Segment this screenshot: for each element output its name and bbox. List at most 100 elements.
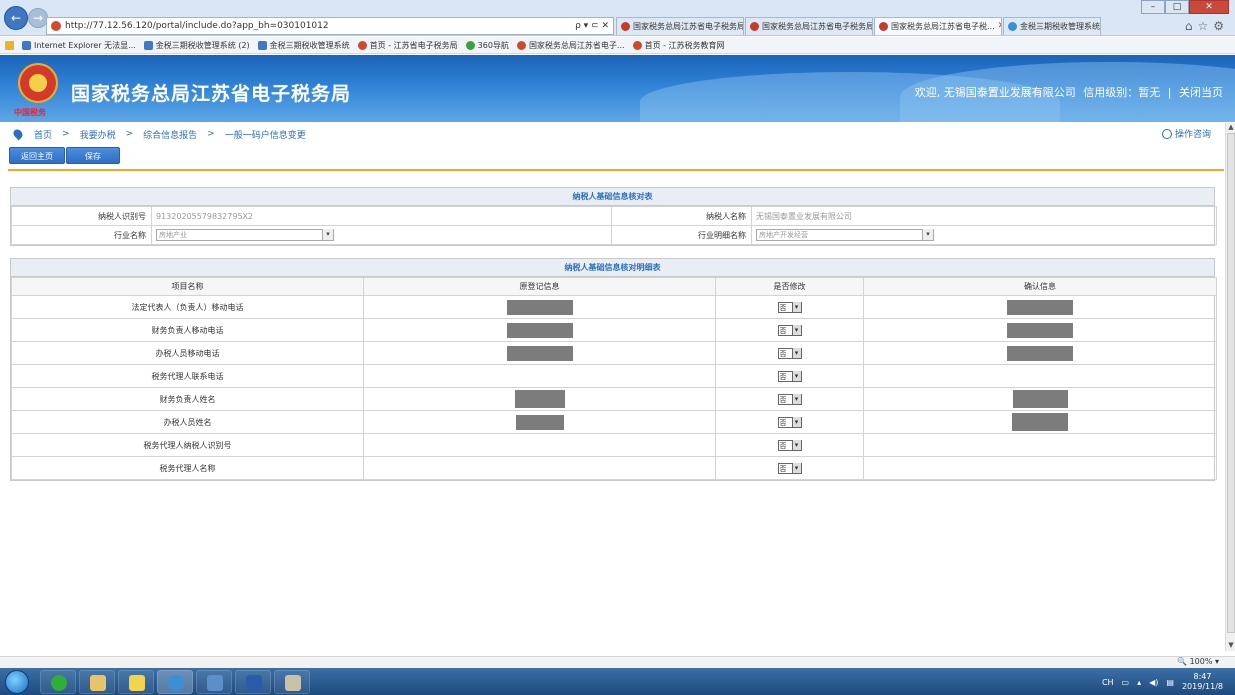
- address-url[interactable]: http://77.12.56.120/portal/include.do?ap…: [65, 21, 571, 31]
- modify-select[interactable]: 否: [777, 324, 802, 336]
- breadcrumb-home[interactable]: 首页: [34, 128, 52, 141]
- maximize-button[interactable]: □: [1165, 0, 1189, 14]
- zoom-level[interactable]: 🔍 100% ▾: [1177, 657, 1219, 666]
- taskbar-app[interactable]: [235, 670, 271, 694]
- favorite-link[interactable]: 国家税务总局江苏省电子...: [516, 40, 625, 51]
- modify-select[interactable]: 否: [777, 462, 802, 474]
- industry-detail-cell: 房地产开发经营: [751, 225, 1217, 245]
- industry-detail-select[interactable]: 房地产开发经营: [756, 229, 934, 241]
- browser-tab-active[interactable]: 国家税务总局江苏省电子税... ✕: [874, 17, 1002, 35]
- item-name: 税务代理人名称: [11, 456, 364, 480]
- breadcrumb-current: 一般一码户信息变更: [224, 130, 306, 141]
- redacted-block: [1012, 413, 1068, 431]
- confirm-info: [863, 318, 1217, 342]
- column-header: 原登记信息: [363, 277, 716, 296]
- taskbar-app[interactable]: [196, 670, 232, 694]
- gov-emblem-icon: [516, 40, 526, 50]
- favorite-link[interactable]: 首页 - 江苏税务教育网: [632, 40, 725, 51]
- industry-label: 行业名称: [11, 225, 152, 245]
- industry-cell: 房地产业: [151, 225, 612, 245]
- breadcrumb-report[interactable]: 综合信息报告: [143, 128, 197, 141]
- modify-cell: 否: [715, 364, 864, 388]
- action-bar: 返回主页 保存: [9, 147, 120, 164]
- redacted-block: [1007, 322, 1073, 338]
- taskbar: CH ▭ ▴ ◀) ▤ 8:47 2019/11/8: [0, 668, 1235, 695]
- taskbar-app[interactable]: [274, 670, 310, 694]
- detail-panel: 纳税人基础信息核对明细表 项目名称 原登记信息 是否修改 确认信息 法定代表人（…: [10, 258, 1217, 481]
- modify-select[interactable]: 否: [777, 416, 802, 428]
- favorite-link[interactable]: 金税三期税收管理系统: [257, 40, 350, 51]
- modify-select[interactable]: 否: [777, 301, 802, 313]
- tab-close-icon[interactable]: ✕: [998, 18, 1001, 35]
- item-name: 办税人员姓名: [11, 410, 364, 434]
- item-name: 办税人员移动电话: [11, 341, 364, 365]
- scroll-thumb[interactable]: [1227, 133, 1235, 633]
- modify-select[interactable]: 否: [777, 439, 802, 451]
- favorite-link[interactable]: 360导航: [465, 40, 509, 51]
- language-indicator[interactable]: CH: [1102, 678, 1114, 687]
- detail-title: 纳税人基础信息核对明细表: [11, 259, 1214, 277]
- favorite-link[interactable]: Internet Explorer 无法显...: [22, 40, 136, 51]
- item-name: 税务代理人联系电话: [11, 364, 364, 388]
- start-button[interactable]: [5, 670, 29, 694]
- favorite-link[interactable]: 金税三期税收管理系统 (2): [143, 40, 250, 51]
- taskbar-app-active[interactable]: [157, 670, 193, 694]
- scroll-down-icon[interactable]: ▼: [1226, 641, 1235, 651]
- confirm-info: [863, 387, 1217, 411]
- minimize-button[interactable]: –: [1141, 0, 1165, 14]
- industry-select[interactable]: 房地产业: [156, 229, 334, 241]
- redacted-block: [506, 345, 573, 361]
- back-arrow-icon[interactable]: ←: [4, 6, 28, 30]
- breadcrumb-tax[interactable]: 我要办税: [80, 128, 116, 141]
- headset-icon: [1161, 128, 1172, 139]
- back-home-button[interactable]: 返回主页: [9, 147, 65, 164]
- address-bar[interactable]: http://77.12.56.120/portal/include.do?ap…: [46, 17, 614, 35]
- modify-select[interactable]: 否: [777, 393, 802, 405]
- help-link[interactable]: 操作咨询: [1161, 127, 1211, 140]
- gov-emblem-icon: [621, 22, 630, 31]
- 360-browser-icon: [51, 675, 67, 691]
- favorites-star-icon[interactable]: [5, 40, 14, 50]
- status-bar: 🔍 100% ▾: [0, 656, 1235, 668]
- original-info: [363, 341, 716, 365]
- clock[interactable]: 8:47 2019/11/8: [1182, 672, 1223, 692]
- emblem-caption: 中国税务: [14, 108, 46, 117]
- browser-toolbar: ← → http://77.12.56.120/portal/include.d…: [0, 0, 1235, 36]
- word-icon: [246, 675, 262, 691]
- close-page-link[interactable]: 关闭当页: [1179, 86, 1223, 99]
- vertical-scrollbar[interactable]: ▲ ▼: [1225, 123, 1235, 651]
- taskbar-app[interactable]: [79, 670, 115, 694]
- help-label: 操作咨询: [1174, 130, 1211, 140]
- tray-expand-icon[interactable]: ▴: [1137, 678, 1141, 687]
- scroll-up-icon[interactable]: ▲: [1226, 123, 1235, 133]
- confirm-info: [863, 433, 1217, 457]
- taskbar-app[interactable]: [40, 670, 76, 694]
- favorites-bar: Internet Explorer 无法显... 金税三期税收管理系统 (2) …: [0, 37, 1235, 54]
- address-controls[interactable]: ρ ▾ ⊂ ✕: [575, 21, 613, 31]
- close-window-button[interactable]: ✕: [1189, 0, 1229, 14]
- modify-select[interactable]: 否: [777, 347, 802, 359]
- browser-tab[interactable]: 国家税务总局江苏省电子税务局: [745, 17, 873, 35]
- original-info: [363, 410, 716, 434]
- taskbar-app[interactable]: [118, 670, 154, 694]
- browser-tab[interactable]: 国家税务总局江苏省电子税务局: [616, 17, 744, 35]
- home-favorites-settings-icons[interactable]: ⌂☆⚙: [1185, 19, 1229, 33]
- redacted-block: [506, 299, 573, 315]
- tab-label: 国家税务总局江苏省电子税务局: [762, 22, 873, 31]
- browser-tab[interactable]: 金税三期税收管理系统: [1003, 17, 1101, 35]
- forward-arrow-icon[interactable]: →: [28, 8, 48, 28]
- clock-date: 2019/11/8: [1181, 682, 1223, 691]
- favorite-link[interactable]: 首页 - 江苏省电子税务局: [357, 40, 458, 51]
- confirm-info: [863, 364, 1217, 388]
- industry-detail-label: 行业明细名称: [611, 225, 752, 245]
- monitor-icon: [207, 675, 223, 691]
- confirm-info: [863, 410, 1217, 434]
- modify-select[interactable]: 否: [777, 370, 802, 382]
- keyboard-icon[interactable]: ▭: [1122, 678, 1130, 687]
- volume-icon[interactable]: ◀): [1149, 678, 1158, 687]
- redacted-block: [1012, 390, 1068, 408]
- save-button[interactable]: 保存: [66, 147, 120, 164]
- confirm-info: [863, 456, 1217, 480]
- network-icon[interactable]: ▤: [1166, 678, 1174, 687]
- tool-icon: [285, 675, 301, 691]
